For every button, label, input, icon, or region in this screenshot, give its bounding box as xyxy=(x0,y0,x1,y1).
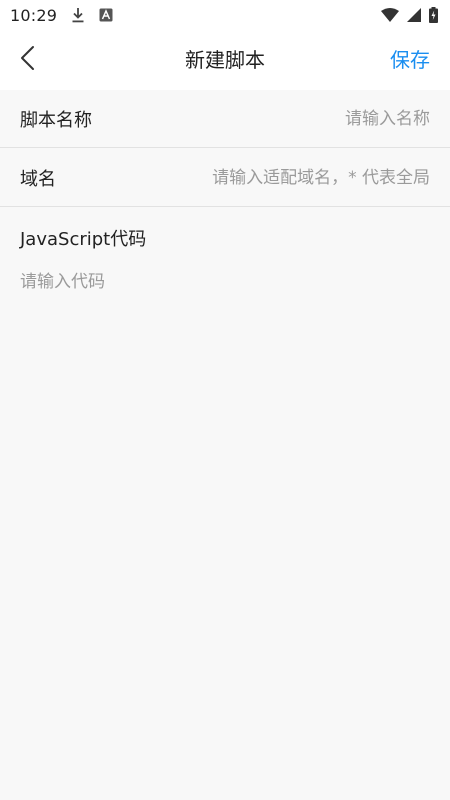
script-name-row: 脚本名称 xyxy=(0,90,450,148)
page-title: 新建脚本 xyxy=(185,48,265,72)
status-left: 10:29 xyxy=(10,6,113,25)
download-icon xyxy=(71,7,85,23)
new-script-screen: 10:29 新建脚本 保存 脚本名称 请输入名称 域名 请输入适配域名，* 代表… xyxy=(0,0,450,800)
status-time: 10:29 xyxy=(10,5,58,25)
a-notification-icon xyxy=(99,8,113,22)
domain-row: 域名 xyxy=(0,149,450,207)
save-button[interactable]: 保存 xyxy=(390,30,430,90)
status-bar: 10:29 xyxy=(0,0,450,30)
code-label: JavaScript代码 xyxy=(20,229,147,250)
toolbar: 新建脚本 保存 xyxy=(0,30,450,90)
status-right xyxy=(381,7,438,23)
wifi-icon xyxy=(381,8,399,22)
domain-label: 域名 xyxy=(20,168,56,190)
domain-input[interactable] xyxy=(68,162,430,193)
cell-signal-icon xyxy=(407,8,421,22)
battery-charging-icon xyxy=(429,7,438,23)
back-button[interactable] xyxy=(10,42,46,78)
code-section: JavaScript代码 xyxy=(0,208,450,800)
script-name-input[interactable] xyxy=(104,103,430,134)
script-name-label: 脚本名称 xyxy=(20,109,92,131)
code-input[interactable] xyxy=(20,270,430,790)
chevron-left-icon xyxy=(18,45,38,75)
